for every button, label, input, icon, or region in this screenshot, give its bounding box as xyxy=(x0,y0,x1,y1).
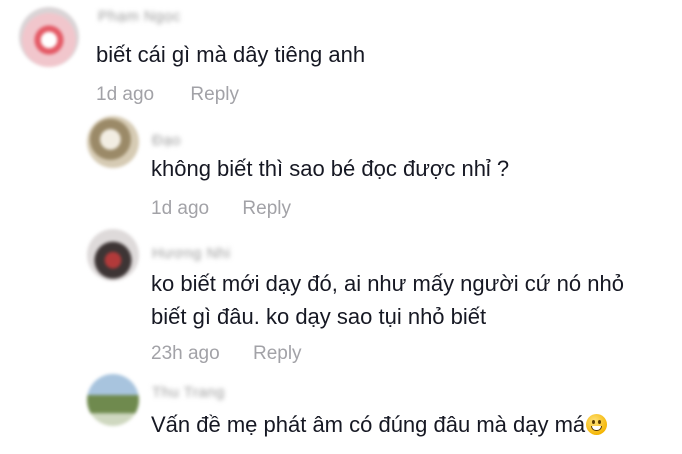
comment-meta: 1d ago Reply xyxy=(151,198,291,220)
reply-button[interactable]: Reply xyxy=(190,84,239,106)
comment-text-content: Vấn đề mẹ phát âm có đúng đâu mà dạy má xyxy=(151,412,586,437)
comment-text-line-2: biết gì đâu. ko dạy sao tụi nhỏ biết xyxy=(151,304,487,329)
comment-username[interactable]: Thu Trang xyxy=(152,384,225,401)
comment-2: Đạo không biết thì sao bé đọc được nhỉ ?… xyxy=(0,110,682,225)
avatar[interactable] xyxy=(87,229,139,281)
comment-timestamp: 23h ago xyxy=(151,343,220,364)
comment-3: Hương Nhi ko biết mới dạy đó, ai như mấy… xyxy=(0,225,682,370)
comment-4: Thu Trang Vấn đề mẹ phát âm có đúng đâu … xyxy=(0,370,682,454)
avatar[interactable] xyxy=(87,374,139,426)
comment-timestamp: 1d ago xyxy=(151,198,210,219)
reply-button[interactable]: Reply xyxy=(242,198,291,220)
comment-timestamp: 1d ago xyxy=(96,84,155,105)
comment-text: không biết thì sao bé đọc được nhỉ ? xyxy=(151,156,510,181)
avatar[interactable] xyxy=(87,116,139,168)
grinning-face-emoji-icon xyxy=(586,414,608,435)
comment-1: Phạm Ngọc biết cái gì mà dây tiêng anh 1… xyxy=(0,0,682,110)
comment-meta: 1d ago Reply xyxy=(96,84,239,106)
comment-username[interactable]: Đạo xyxy=(152,132,181,149)
comment-username[interactable]: Hương Nhi xyxy=(152,245,231,262)
reply-button[interactable]: Reply xyxy=(253,343,302,365)
comment-text: Vấn đề mẹ phát âm có đúng đâu mà dạy má xyxy=(151,409,608,440)
comment-meta: 23h ago Reply xyxy=(151,343,302,365)
comment-text-line-1: ko biết mới dạy đó, ai như mấy người cứ … xyxy=(151,271,624,296)
comment-username[interactable]: Phạm Ngọc xyxy=(98,8,181,25)
comment-text: biết cái gì mà dây tiêng anh xyxy=(96,42,366,67)
avatar[interactable] xyxy=(19,7,79,67)
